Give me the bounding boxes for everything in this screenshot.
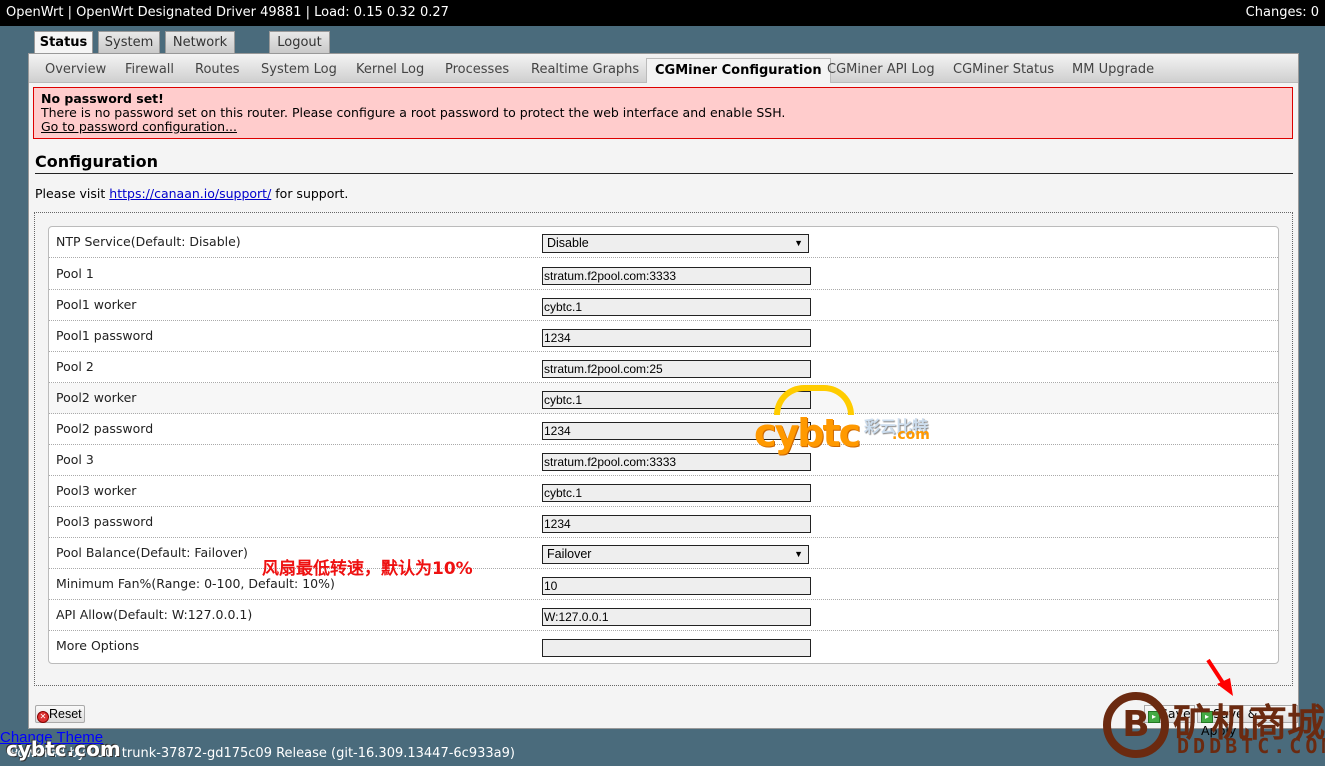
minimum-fan-input[interactable]: 10 <box>542 577 811 595</box>
support-prefix: Please visit <box>35 186 110 201</box>
subtab-cgminer-status[interactable]: CGMiner Status <box>945 58 1062 83</box>
subtab-system-log[interactable]: System Log <box>253 58 345 83</box>
pool-balance-label: Pool Balance(Default: Failover) <box>56 545 248 560</box>
row-minimum-fan: Minimum Fan%(Range: 0-100, Default: 10%)… <box>49 569 1278 600</box>
row-pool3: Pool 3 stratum.f2pool.com:3333 <box>49 445 1278 476</box>
pool1-password-label: Pool1 password <box>56 328 154 343</box>
cybtc-watermark: cybtc 彩云比特 .com <box>752 385 992 455</box>
top-status-bar: OpenWrt | OpenWrt Designated Driver 4988… <box>0 0 1325 26</box>
pool3-input[interactable]: stratum.f2pool.com:3333 <box>542 453 811 471</box>
row-pool1-worker: Pool1 worker cybtc.1 <box>49 290 1278 321</box>
row-pool2-worker: Pool2 worker cybtc.1 <box>49 383 1278 414</box>
support-link[interactable]: https://canaan.io/support/ <box>109 186 271 201</box>
row-pool3-worker: Pool3 worker cybtc.1 <box>49 476 1278 507</box>
pool2-password-label: Pool2 password <box>56 421 154 436</box>
cybtc-watermark-text: cybtc <box>754 411 861 455</box>
support-text: Please visit https://canaan.io/support/ … <box>35 186 348 201</box>
row-pool2: Pool 2 stratum.f2pool.com:25 <box>49 352 1278 383</box>
subtab-cgminer-configuration[interactable]: CGMiner Configuration <box>646 58 831 83</box>
pool-balance-select[interactable]: Failover ▼ <box>542 545 809 564</box>
ntp-service-value: Disable <box>547 236 589 250</box>
bitcoin-coin-icon: B <box>1103 692 1169 758</box>
pool1-password-input[interactable]: 1234 <box>542 329 811 347</box>
subtab-routes[interactable]: Routes <box>187 58 248 83</box>
api-allow-input[interactable]: W:127.0.0.1 <box>542 608 811 626</box>
page-title: Configuration <box>35 152 1293 174</box>
content-panel: Overview Firewall Routes System Log Kern… <box>28 53 1299 738</box>
alert-message: There is no password set on this router.… <box>41 105 786 120</box>
subtab-firewall[interactable]: Firewall <box>117 58 182 83</box>
support-suffix: for support. <box>271 186 349 201</box>
alert-title: No password set! <box>41 91 164 106</box>
row-pool-balance: Pool Balance(Default: Failover) Failover… <box>49 538 1278 569</box>
sub-tabs: Overview Firewall Routes System Log Kern… <box>29 54 1298 83</box>
subtab-kernel-log[interactable]: Kernel Log <box>348 58 432 83</box>
fan-annotation: 风扇最低转速，默认为10% <box>262 559 473 579</box>
pool1-label: Pool 1 <box>56 266 94 281</box>
pool1-worker-input[interactable]: cybtc.1 <box>542 298 811 316</box>
pool1-worker-label: Pool1 worker <box>56 297 137 312</box>
subtab-mm-upgrade[interactable]: MM Upgrade <box>1064 58 1162 83</box>
row-pool1: Pool 1 stratum.f2pool.com:3333 <box>49 259 1278 290</box>
chevron-down-icon: ▼ <box>794 549 803 559</box>
pool2-worker-label: Pool2 worker <box>56 390 137 405</box>
subtab-overview[interactable]: Overview <box>37 58 114 83</box>
changes-counter[interactable]: Changes: 0 <box>1246 0 1319 26</box>
row-ntp-service: NTP Service(Default: Disable) Disable ▼ <box>49 227 1278 258</box>
router-title: OpenWrt | OpenWrt Designated Driver 4988… <box>6 5 449 20</box>
tab-status[interactable]: Status <box>34 31 93 55</box>
no-password-alert: No password set! There is no password se… <box>33 87 1293 139</box>
more-options-label: More Options <box>56 638 140 653</box>
subtab-realtime-graphs[interactable]: Realtime Graphs <box>523 58 647 83</box>
more-options-input[interactable] <box>542 639 811 657</box>
pool3-worker-label: Pool3 worker <box>56 483 137 498</box>
pool3-worker-input[interactable]: cybtc.1 <box>542 484 811 502</box>
ntp-service-label: NTP Service(Default: Disable) <box>56 234 241 249</box>
reset-icon: ✕ <box>37 711 49 723</box>
api-allow-label: API Allow(Default: W:127.0.0.1) <box>56 607 253 622</box>
row-pool3-password: Pool3 password 1234 <box>49 507 1278 538</box>
subtab-cgminer-api-log[interactable]: CGMiner API Log <box>819 58 943 83</box>
pool2-label: Pool 2 <box>56 359 94 374</box>
pool2-input[interactable]: stratum.f2pool.com:25 <box>542 360 811 378</box>
tab-system[interactable]: System <box>98 31 160 54</box>
row-api-allow: API Allow(Default: W:127.0.0.1) W:127.0.… <box>49 600 1278 631</box>
pool3-label: Pool 3 <box>56 452 94 467</box>
password-config-link[interactable]: Go to password configuration... <box>41 119 237 134</box>
dddbtc-watermark: B 矿机商城 DDDBTC.COM <box>1103 692 1325 766</box>
pool3-password-input[interactable]: 1234 <box>542 515 811 533</box>
ntp-service-select[interactable]: Disable ▼ <box>542 234 809 253</box>
pool3-password-label: Pool3 password <box>56 514 154 529</box>
row-more-options: More Options <box>49 631 1278 662</box>
cybtc-watermark-com: .com <box>892 427 930 443</box>
row-pool2-password: Pool2 password 1234 <box>49 414 1278 445</box>
pool1-input[interactable]: stratum.f2pool.com:3333 <box>542 267 811 285</box>
config-form: NTP Service(Default: Disable) Disable ▼ P… <box>48 226 1279 664</box>
tab-network[interactable]: Network <box>165 31 235 54</box>
tab-logout[interactable]: Logout <box>269 31 330 54</box>
config-fieldset: NTP Service(Default: Disable) Disable ▼ P… <box>34 212 1293 686</box>
dddbtc-watermark-en: DDDBTC.COM <box>1177 734 1325 758</box>
pool-balance-value: Failover <box>547 547 592 561</box>
reset-button[interactable]: ✕ Reset <box>35 705 85 723</box>
reset-label: Reset <box>49 707 82 721</box>
subtab-processes[interactable]: Processes <box>437 58 517 83</box>
chevron-down-icon: ▼ <box>794 238 803 248</box>
cybtc-small-watermark: cybtc.com <box>6 737 121 761</box>
row-pool1-password: Pool1 password 1234 <box>49 321 1278 352</box>
